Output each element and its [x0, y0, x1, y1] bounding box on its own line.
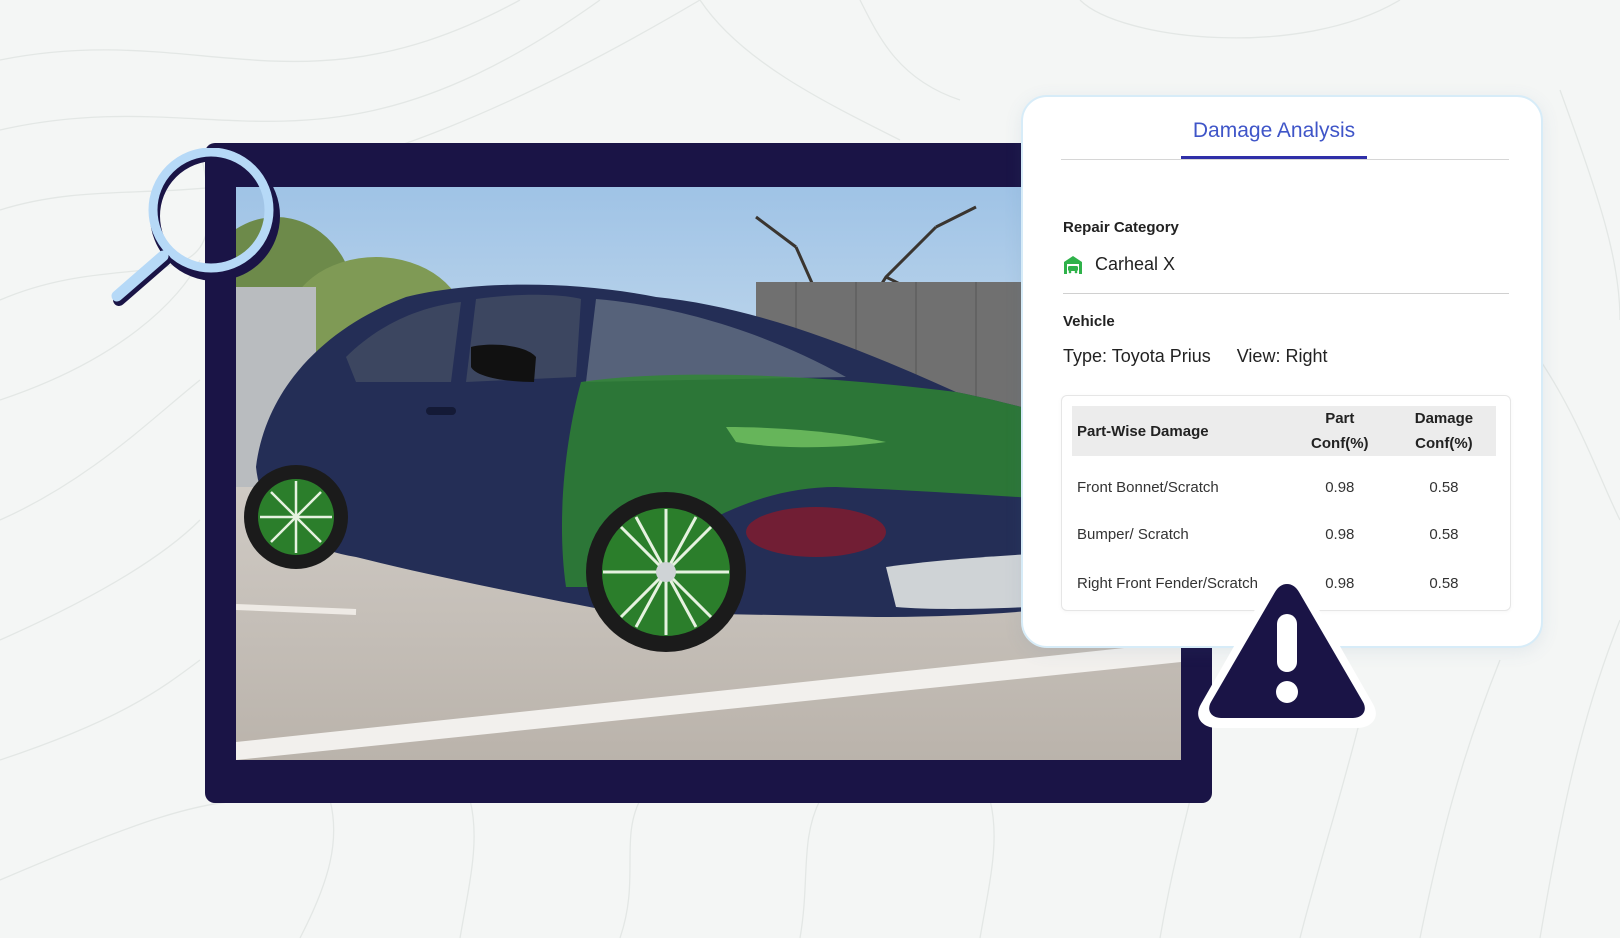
vehicle-info: Type: Toyota Prius View: Right	[1063, 346, 1327, 367]
row-part-name: Front Bonnet/Scratch	[1077, 478, 1219, 496]
repair-category-value: Carheal X	[1063, 254, 1175, 275]
header-part-conf: Part Conf(%)	[1287, 406, 1392, 456]
row-part-name: Bumper/ Scratch	[1077, 526, 1189, 543]
warning-icon	[1198, 574, 1376, 728]
vehicle-view: View: Right	[1236, 346, 1328, 366]
table-header-row: Part-Wise Damage Part Conf(%) Damage Conf(…	[1072, 406, 1496, 456]
row-damage-conf: 0.58	[1429, 526, 1459, 543]
table-row: Front Bonnet/Scratch 0.98 0.58	[1072, 456, 1496, 510]
vehicle-type: Type: Toyota Prius	[1063, 346, 1211, 366]
header-damage-conf: Damage Conf(%)	[1391, 406, 1496, 456]
repair-shop-name: Carheal X	[1095, 254, 1176, 274]
tab-damage-analysis[interactable]: Damage Analysis	[1181, 97, 1367, 159]
highlight-damage	[746, 507, 886, 557]
vehicle-label: Vehicle	[1063, 313, 1115, 330]
damage-analysis-panel: Damage Analysis Repair Category Carheal …	[1021, 95, 1543, 648]
row-damage-conf: 0.58	[1429, 478, 1459, 496]
repair-category-label: Repair Category	[1063, 219, 1179, 236]
header-part-wise-damage: Part-Wise Damage	[1072, 406, 1288, 456]
row-part-conf: 0.98	[1325, 478, 1355, 496]
garage-icon	[1064, 255, 1082, 274]
table-row: Bumper/ Scratch 0.98 0.58	[1072, 510, 1496, 559]
magnifier-icon	[111, 148, 280, 306]
row-damage-conf: 0.58	[1429, 575, 1459, 592]
row-part-conf: 0.98	[1325, 526, 1355, 543]
tab-bar: Damage Analysis	[1061, 97, 1509, 160]
divider	[1063, 293, 1509, 294]
